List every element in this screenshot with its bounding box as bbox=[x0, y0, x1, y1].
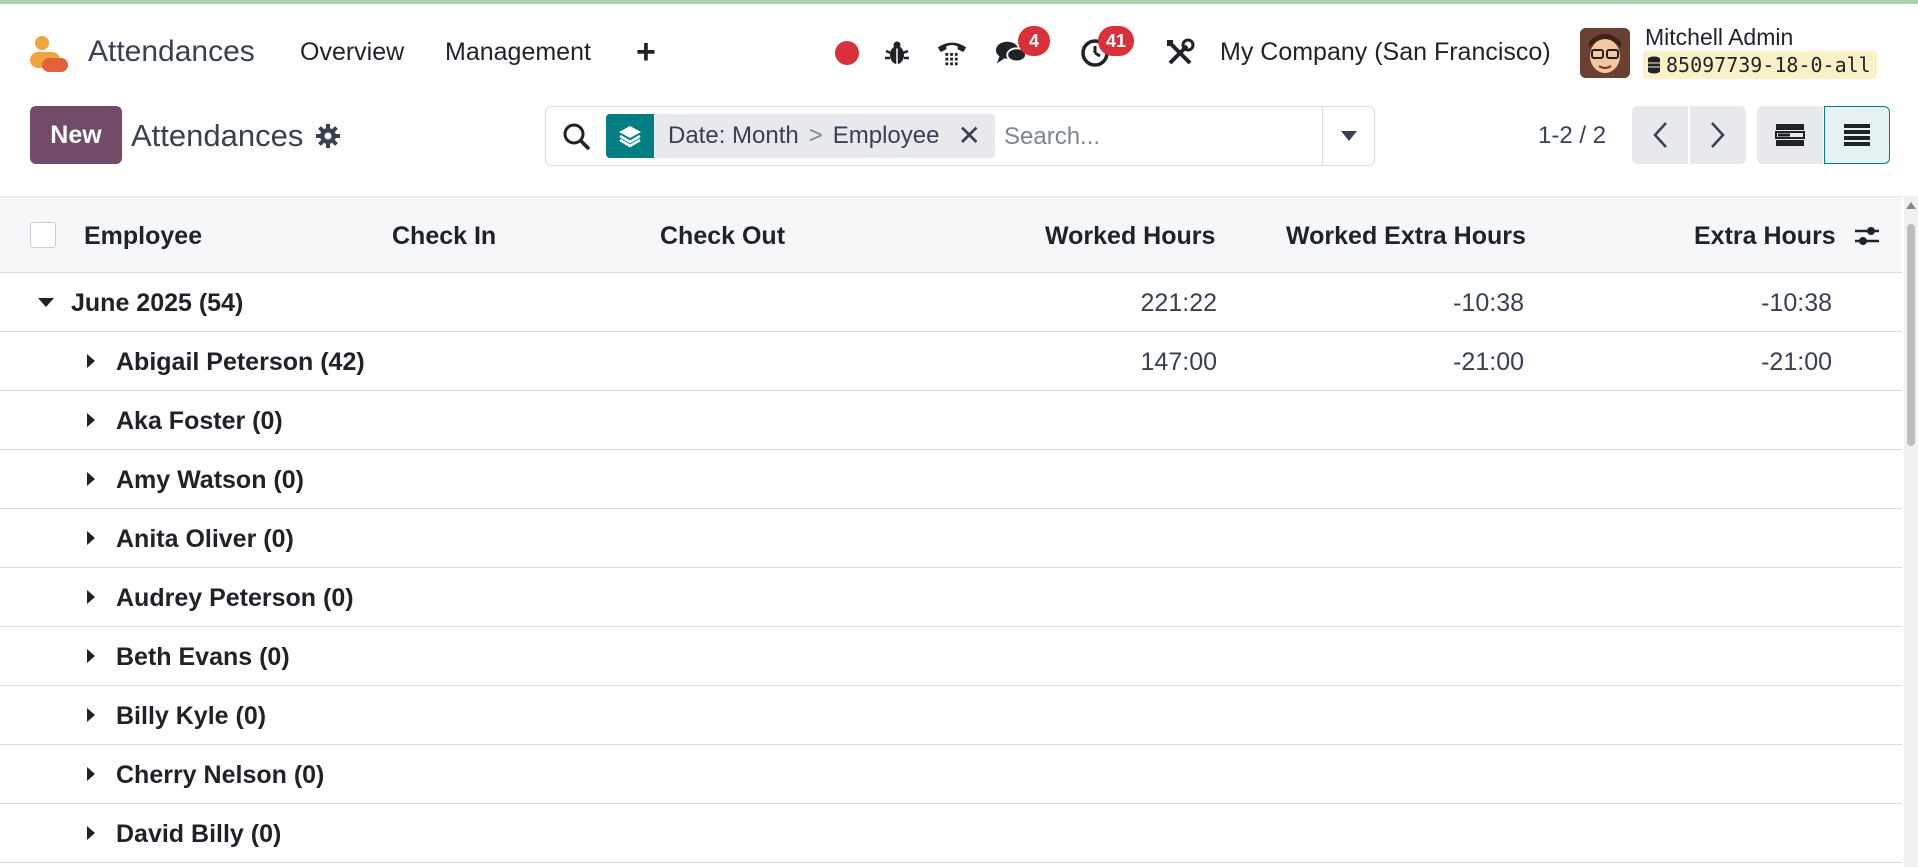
chevron-left-icon bbox=[1653, 122, 1667, 148]
facet-group-employee: Employee bbox=[832, 122, 940, 149]
new-button[interactable]: New bbox=[30, 106, 122, 164]
scroll-thumb[interactable] bbox=[1907, 224, 1915, 446]
page-title: Attendances bbox=[131, 118, 304, 153]
caret-right-icon bbox=[87, 590, 95, 604]
search-icon[interactable] bbox=[562, 122, 592, 152]
list-header: Employee Check In Check Out Worked Hours… bbox=[0, 196, 1902, 273]
subgroup-label: Abigail Peterson (42) bbox=[116, 348, 365, 376]
subgroup-row[interactable]: Anita Oliver (0) bbox=[0, 509, 1902, 568]
tools-icon[interactable] bbox=[1164, 37, 1196, 69]
user-name[interactable]: Mitchell Admin bbox=[1645, 24, 1793, 51]
caret-right-icon bbox=[87, 708, 95, 722]
group-extra-hours: -10:38 bbox=[1761, 289, 1832, 317]
caret-right-icon bbox=[87, 472, 95, 486]
attendance-list: Employee Check In Check Out Worked Hours… bbox=[0, 196, 1902, 867]
database-name: 85097739-18-0-all bbox=[1666, 53, 1871, 77]
subgroup-row[interactable]: Amy Watson (0) bbox=[0, 450, 1902, 509]
phone-icon[interactable] bbox=[936, 37, 968, 69]
column-check-out[interactable]: Check Out bbox=[660, 222, 785, 251]
database-icon bbox=[1648, 56, 1660, 74]
gear-icon[interactable] bbox=[314, 122, 342, 150]
caret-down-icon bbox=[1340, 131, 1357, 141]
app-title[interactable]: Attendances bbox=[88, 35, 255, 69]
caret-right-icon bbox=[87, 649, 95, 663]
subgroup-label: Audrey Peterson (0) bbox=[116, 584, 354, 612]
facet-group-date: Date: Month bbox=[668, 122, 799, 149]
search-bar: Date: Month > Employee ✕ bbox=[545, 106, 1375, 166]
group-worked-hours: 221:22 bbox=[1140, 289, 1217, 317]
company-switcher[interactable]: My Company (San Francisco) bbox=[1220, 38, 1551, 67]
search-options-toggle[interactable] bbox=[1322, 107, 1374, 165]
caret-down-icon bbox=[38, 298, 54, 307]
pager-previous-button[interactable] bbox=[1632, 106, 1688, 164]
facet-separator: > bbox=[808, 122, 823, 149]
caret-right-icon bbox=[87, 767, 95, 781]
caret-right-icon bbox=[87, 413, 95, 427]
scroll-up-icon[interactable] bbox=[1906, 202, 1916, 209]
pager-next-button[interactable] bbox=[1690, 106, 1746, 164]
column-extra-hours[interactable]: Extra Hours bbox=[1694, 222, 1836, 251]
group-row[interactable]: June 2025 (54) 221:22 -10:38 -10:38 bbox=[0, 273, 1902, 332]
pager-value[interactable]: 1-2 / 2 bbox=[1538, 122, 1606, 150]
search-input[interactable] bbox=[1004, 119, 1314, 155]
list-view-icon bbox=[1844, 124, 1870, 146]
group-label: June 2025 (54) bbox=[71, 289, 244, 317]
list-scrollbar[interactable] bbox=[1904, 196, 1918, 867]
menu-management[interactable]: Management bbox=[445, 38, 591, 67]
subgroup-label: Billy Kyle (0) bbox=[116, 702, 267, 730]
column-options-icon[interactable] bbox=[1852, 221, 1882, 251]
column-employee[interactable]: Employee bbox=[84, 222, 202, 251]
subgroup-label: Aka Foster (0) bbox=[116, 407, 283, 435]
activities-count-badge: 41 bbox=[1098, 26, 1135, 56]
new-menu-plus-icon[interactable]: + bbox=[636, 33, 656, 72]
database-tag: 85097739-18-0-all bbox=[1643, 51, 1877, 79]
column-worked-hours[interactable]: Worked Hours bbox=[1045, 222, 1215, 251]
subgroup-row[interactable]: Beth Evans (0) bbox=[0, 627, 1902, 686]
caret-right-icon bbox=[87, 826, 95, 840]
group-worked-extra-hours: -10:38 bbox=[1453, 289, 1524, 317]
subgroup-label: Cherry Nelson (0) bbox=[116, 761, 325, 789]
chevron-right-icon bbox=[1711, 122, 1725, 148]
navbar: Attendances Overview Management + 4 41 M… bbox=[0, 4, 1918, 94]
column-check-in[interactable]: Check In bbox=[392, 222, 496, 251]
subgroup-label: Anita Oliver (0) bbox=[116, 525, 294, 553]
caret-right-icon bbox=[87, 354, 95, 368]
subgroup-row[interactable]: Cherry Nelson (0) bbox=[0, 745, 1902, 804]
subgroup-label: Amy Watson (0) bbox=[116, 466, 304, 494]
column-worked-extra-hours[interactable]: Worked Extra Hours bbox=[1286, 222, 1526, 251]
app-logo[interactable] bbox=[28, 34, 70, 76]
subgroup-worked-hours: 147:00 bbox=[1140, 348, 1217, 376]
avatar[interactable] bbox=[1580, 28, 1630, 78]
subgroup-label: Beth Evans (0) bbox=[116, 643, 290, 671]
menu-overview[interactable]: Overview bbox=[300, 38, 404, 67]
subgroup-extra-hours: -21:00 bbox=[1761, 348, 1832, 376]
kanban-view-icon bbox=[1775, 124, 1805, 146]
subgroup-row[interactable]: Audrey Peterson (0) bbox=[0, 568, 1902, 627]
subgroup-row[interactable]: Billy Kyle (0) bbox=[0, 686, 1902, 745]
subgroup-row[interactable]: David Billy (0) bbox=[0, 804, 1902, 863]
bug-icon[interactable] bbox=[881, 37, 913, 69]
close-icon[interactable]: ✕ bbox=[957, 114, 980, 158]
search-facet-groupby[interactable]: Date: Month > Employee ✕ bbox=[606, 114, 995, 158]
kanban-view-button[interactable] bbox=[1757, 106, 1823, 164]
subgroup-label: David Billy (0) bbox=[116, 820, 282, 848]
layers-icon bbox=[606, 114, 654, 158]
select-all-checkbox[interactable] bbox=[30, 222, 56, 248]
record-icon[interactable] bbox=[831, 37, 863, 69]
caret-right-icon bbox=[87, 531, 95, 545]
subgroup-worked-extra-hours: -21:00 bbox=[1453, 348, 1524, 376]
list-view-button[interactable] bbox=[1824, 106, 1890, 164]
subgroup-row[interactable]: Abigail Peterson (42) 147:00 -21:00 -21:… bbox=[0, 332, 1902, 391]
subgroup-row[interactable]: Aka Foster (0) bbox=[0, 391, 1902, 450]
messages-count-badge: 4 bbox=[1018, 26, 1050, 56]
